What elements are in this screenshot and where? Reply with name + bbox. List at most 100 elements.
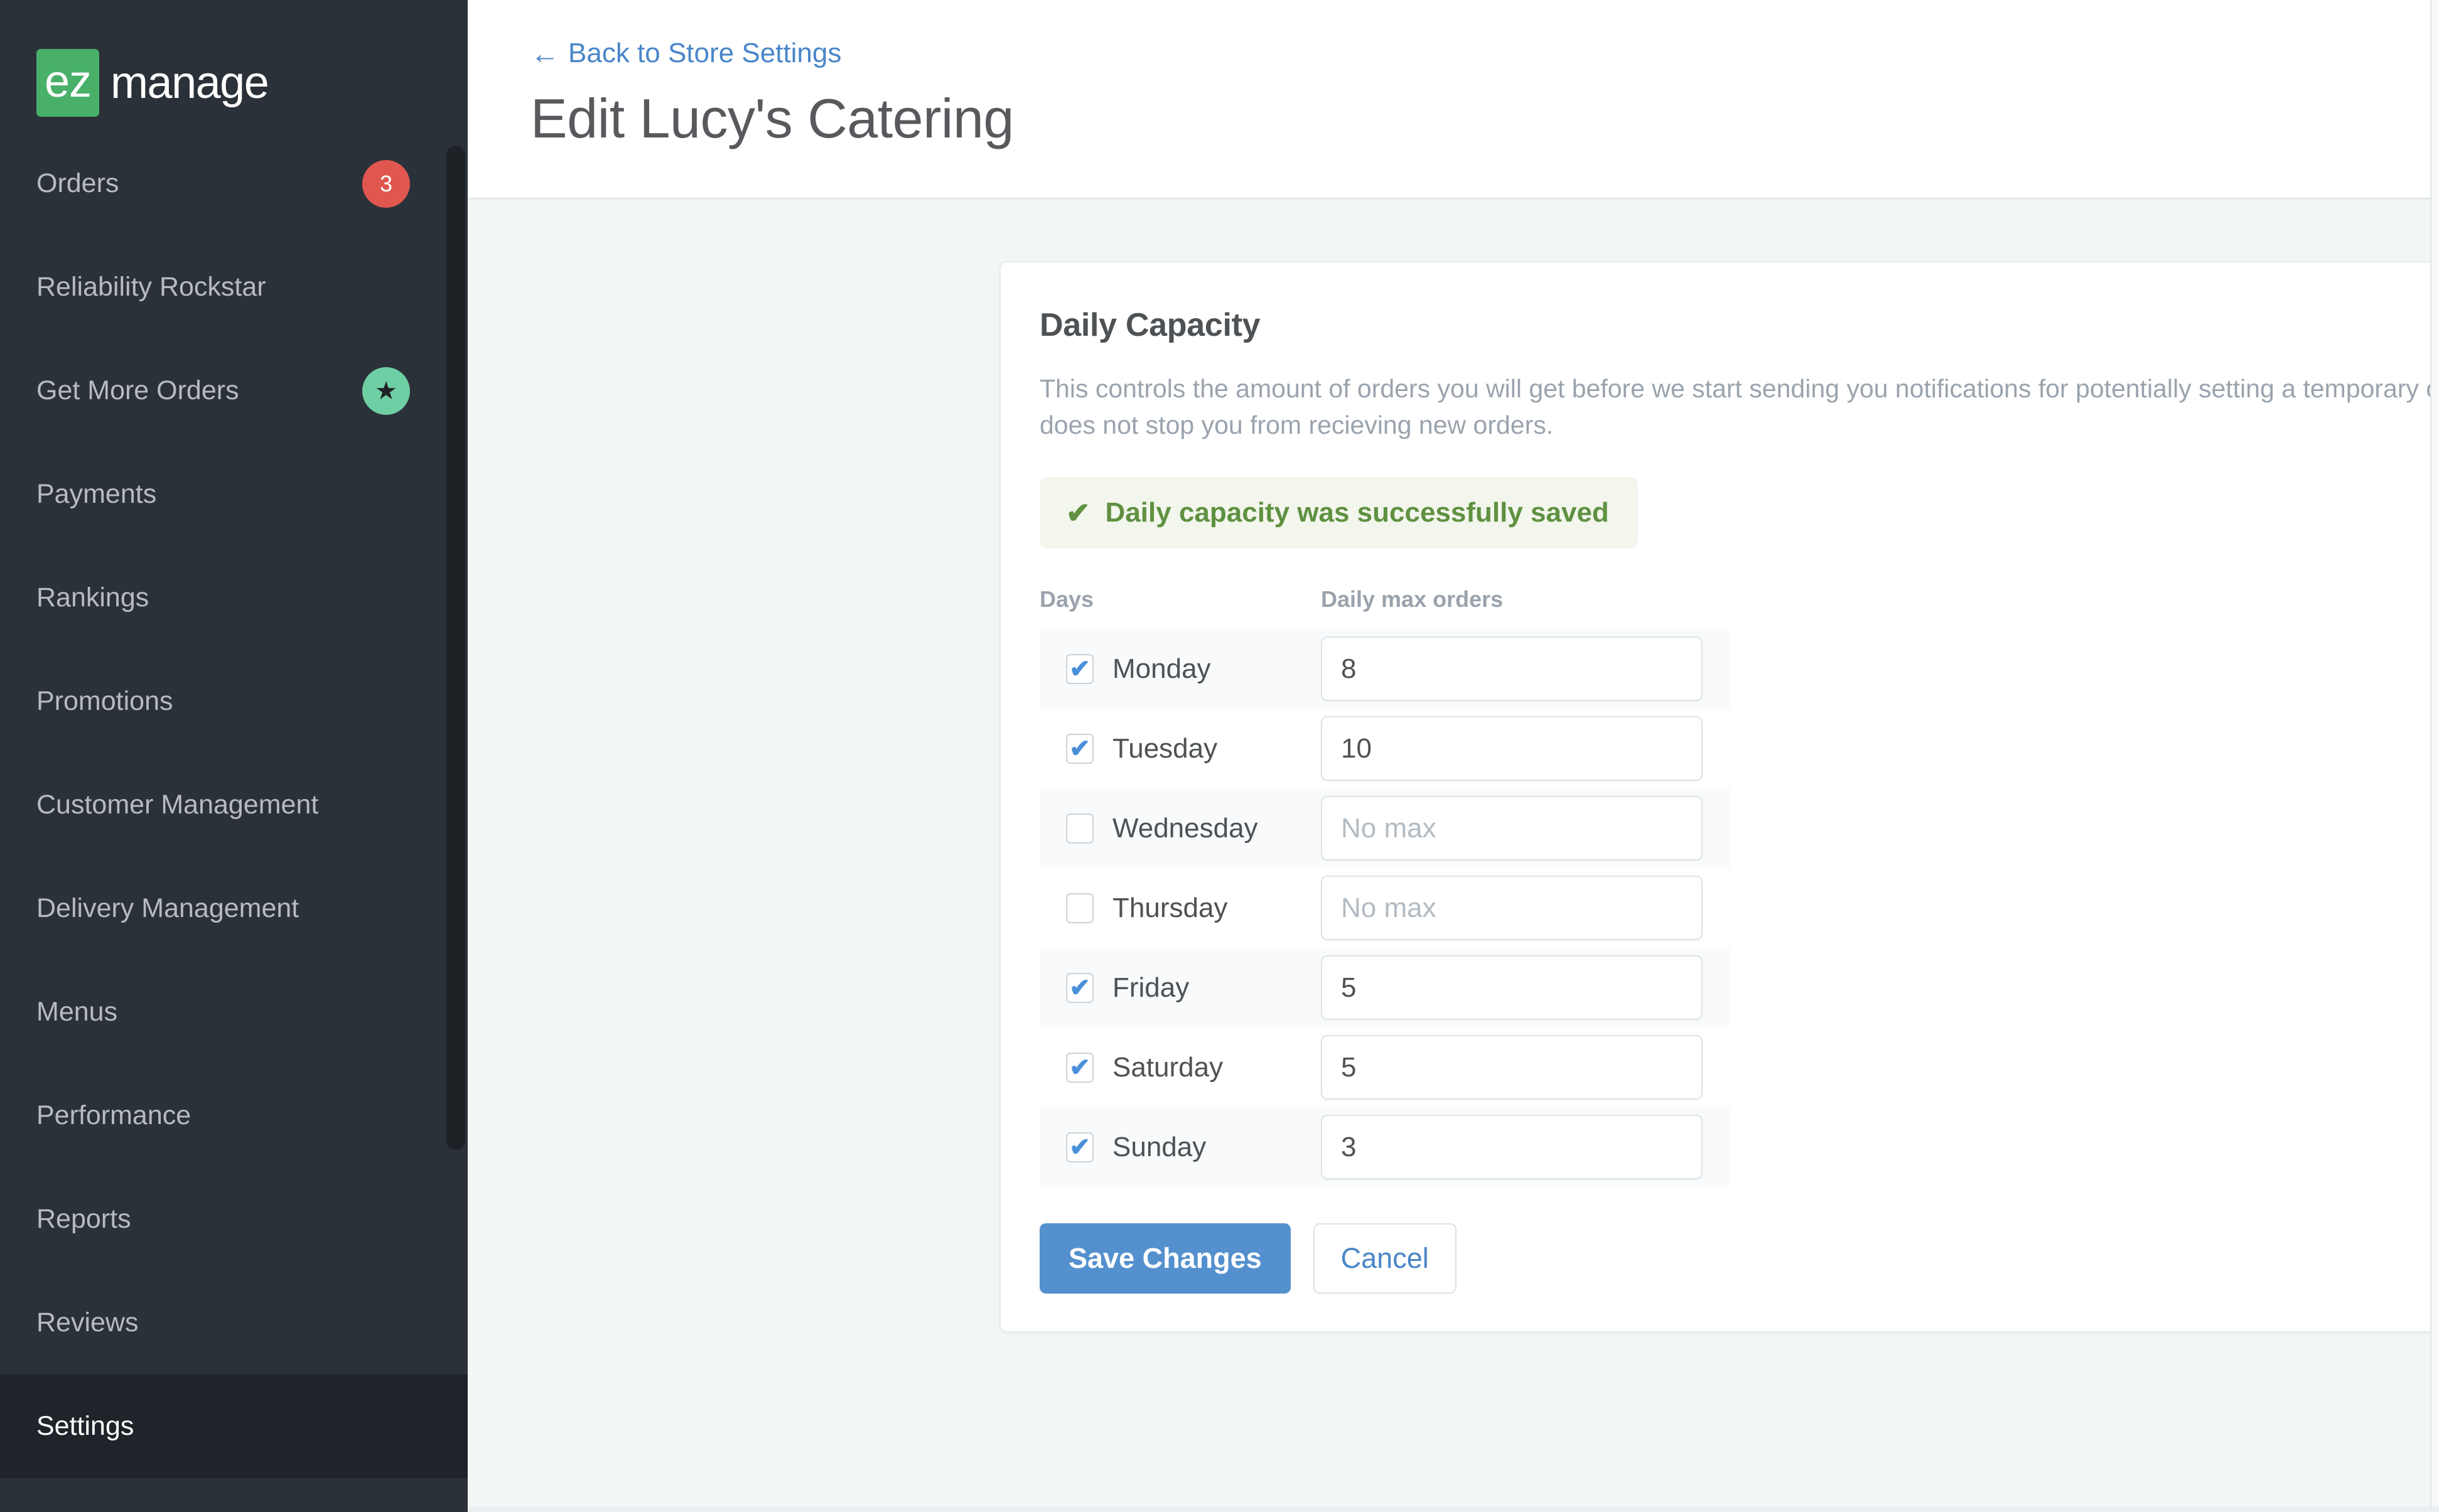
day-cell: ✔ Saturday xyxy=(1040,1027,1321,1107)
save-changes-button[interactable]: Save Changes xyxy=(1040,1223,1291,1294)
sidebar-item-label: Delivery Management xyxy=(36,893,299,923)
sidebar-item-reliability-rockstar[interactable]: Reliability Rockstar xyxy=(0,235,468,339)
table-row: ✔ Thursday xyxy=(1040,868,1730,948)
logo-mark: ez xyxy=(36,49,100,117)
sidebar-item-label: Get More Orders xyxy=(36,375,239,405)
sidebar-item-label: Settings xyxy=(36,1411,134,1441)
table-row: ✔ Monday xyxy=(1040,629,1730,709)
arrow-left-icon: ← xyxy=(530,37,559,70)
sidebar-item-reports[interactable]: Reports xyxy=(0,1167,468,1271)
daily-capacity-card: Daily Capacity This controls the amount … xyxy=(999,261,2439,1333)
main-content: ← Back to Store Settings Edit Lucy's Cat… xyxy=(468,0,2439,1512)
daily-max-orders-input-saturday[interactable] xyxy=(1321,1035,1703,1100)
page-header: ← Back to Store Settings Edit Lucy's Cat… xyxy=(468,0,2439,200)
card-description: This controls the amount of orders you w… xyxy=(1040,374,2439,440)
sidebar-item-rankings[interactable]: Rankings xyxy=(0,546,468,650)
sidebar-scrollbar-thumb[interactable] xyxy=(446,146,465,1150)
sidebar-item-label: Customer Management xyxy=(36,790,319,820)
max-orders-cell xyxy=(1321,788,1730,868)
daily-max-orders-input-thursday[interactable] xyxy=(1321,876,1703,941)
card-title: Daily Capacity xyxy=(1040,307,1261,343)
daily-max-orders-input-wednesday[interactable] xyxy=(1321,796,1703,861)
sidebar-item-customer-management[interactable]: Customer Management xyxy=(0,753,468,857)
table-row: ✔ Friday xyxy=(1040,948,1730,1028)
sidebar-item-label: Performance xyxy=(36,1100,191,1130)
form-actions: Save Changes Cancel xyxy=(1040,1223,2439,1294)
page-scrollbar[interactable] xyxy=(2430,0,2439,1512)
checkmark-icon: ✔ xyxy=(1069,973,1090,1002)
success-alert-text: Daily capacity was successfully saved xyxy=(1105,497,1609,528)
star-icon: ★ xyxy=(362,367,410,415)
day-cell: ✔ Sunday xyxy=(1040,1107,1321,1187)
sidebar: ez manage Orders 3 Reliability Rockstar Get… xyxy=(0,0,468,1512)
checkmark-icon: ✔ xyxy=(1069,734,1090,763)
day-enabled-checkbox-monday[interactable]: ✔ xyxy=(1066,653,1094,684)
sidebar-scrollbar[interactable] xyxy=(444,0,468,1512)
sidebar-item-menus[interactable]: Menus xyxy=(0,960,468,1064)
daily-max-orders-input-sunday[interactable] xyxy=(1321,1115,1703,1180)
page-bottom-edge xyxy=(468,1507,2439,1512)
back-to-store-settings-link[interactable]: ← Back to Store Settings xyxy=(530,38,841,69)
table-row: ✔ Tuesday xyxy=(1040,709,1730,788)
day-enabled-checkbox-sunday[interactable]: ✔ xyxy=(1066,1132,1094,1162)
day-cell: ✔ Tuesday xyxy=(1040,709,1321,788)
sidebar-item-promotions[interactable]: Promotions xyxy=(0,650,468,753)
sidebar-item-settings[interactable]: Settings xyxy=(0,1375,468,1478)
table-header-row: Days Daily max orders xyxy=(1040,586,1730,629)
day-label: Saturday xyxy=(1112,1051,1224,1083)
day-cell: ✔ Wednesday xyxy=(1040,788,1321,868)
day-label: Thursday xyxy=(1112,892,1228,923)
max-orders-cell xyxy=(1321,629,1730,709)
table-row: ✔ Sunday xyxy=(1040,1107,1730,1188)
table-row: ✔ Wednesday xyxy=(1040,788,1730,869)
sidebar-item-performance[interactable]: Performance xyxy=(0,1064,468,1167)
sidebar-item-payments[interactable]: Payments xyxy=(0,442,468,546)
day-cell: ✔ Monday xyxy=(1040,629,1321,709)
daily-max-orders-input-tuesday[interactable] xyxy=(1321,716,1703,781)
day-label: Sunday xyxy=(1112,1131,1207,1162)
check-icon: ✔ xyxy=(1066,496,1090,530)
success-alert: ✔ Daily capacity was successfully saved xyxy=(1040,477,1638,549)
day-enabled-checkbox-saturday[interactable]: ✔ xyxy=(1066,1052,1094,1083)
sidebar-item-label: Menus xyxy=(36,997,118,1027)
brand-logo[interactable]: ez manage xyxy=(0,0,468,132)
sidebar-item-label: Reviews xyxy=(36,1307,139,1338)
back-link-label: Back to Store Settings xyxy=(568,38,842,68)
day-label: Monday xyxy=(1112,653,1211,684)
day-enabled-checkbox-tuesday[interactable]: ✔ xyxy=(1066,733,1094,764)
checkmark-icon: ✔ xyxy=(1069,655,1090,683)
notification-count-badge: 3 xyxy=(362,159,410,208)
day-enabled-checkbox-friday[interactable]: ✔ xyxy=(1066,972,1094,1003)
day-cell-inner: ✔ Tuesday xyxy=(1040,733,1321,764)
cancel-button[interactable]: Cancel xyxy=(1313,1223,1456,1294)
sidebar-nav: Orders 3 Reliability Rockstar Get More Orde… xyxy=(0,132,468,1478)
day-label: Wednesday xyxy=(1112,812,1258,844)
max-orders-cell xyxy=(1321,1107,1730,1187)
day-cell-inner: ✔ Wednesday xyxy=(1040,813,1321,844)
sidebar-item-orders[interactable]: Orders 3 xyxy=(0,132,468,235)
day-label: Tuesday xyxy=(1112,732,1218,764)
sidebar-item-label: Reports xyxy=(36,1204,131,1234)
day-cell-inner: ✔ Saturday xyxy=(1040,1052,1321,1083)
daily-max-orders-input-monday[interactable] xyxy=(1321,636,1703,702)
sidebar-item-label: Promotions xyxy=(36,686,173,716)
day-enabled-checkbox-thursday[interactable]: ✔ xyxy=(1066,893,1094,923)
max-orders-cell xyxy=(1321,1027,1730,1107)
sidebar-item-label: Rankings xyxy=(36,582,149,613)
sidebar-item-get-more-orders[interactable]: Get More Orders ★ xyxy=(0,339,468,442)
day-enabled-checkbox-wednesday[interactable]: ✔ xyxy=(1066,813,1094,844)
day-cell-inner: ✔ Monday xyxy=(1040,653,1321,685)
column-header-daily-max-orders: Daily max orders xyxy=(1321,586,1504,613)
daily-max-orders-input-friday[interactable] xyxy=(1321,955,1703,1021)
logo-wordmark: manage xyxy=(110,58,269,108)
max-orders-cell xyxy=(1321,868,1730,948)
day-cell: ✔ Friday xyxy=(1040,948,1321,1027)
day-label: Friday xyxy=(1112,972,1190,1003)
sidebar-item-reviews[interactable]: Reviews xyxy=(0,1271,468,1375)
daily-capacity-table: Days Daily max orders ✔ Monday ✔ Tuesday ✔ We… xyxy=(1040,586,1730,1188)
max-orders-cell xyxy=(1321,948,1730,1027)
sidebar-item-label: Orders xyxy=(36,168,119,198)
table-head: Days Daily max orders xyxy=(1040,586,1730,629)
app-root: ez manage Orders 3 Reliability Rockstar Get… xyxy=(0,0,2439,1512)
sidebar-item-delivery-management[interactable]: Delivery Management xyxy=(0,857,468,960)
